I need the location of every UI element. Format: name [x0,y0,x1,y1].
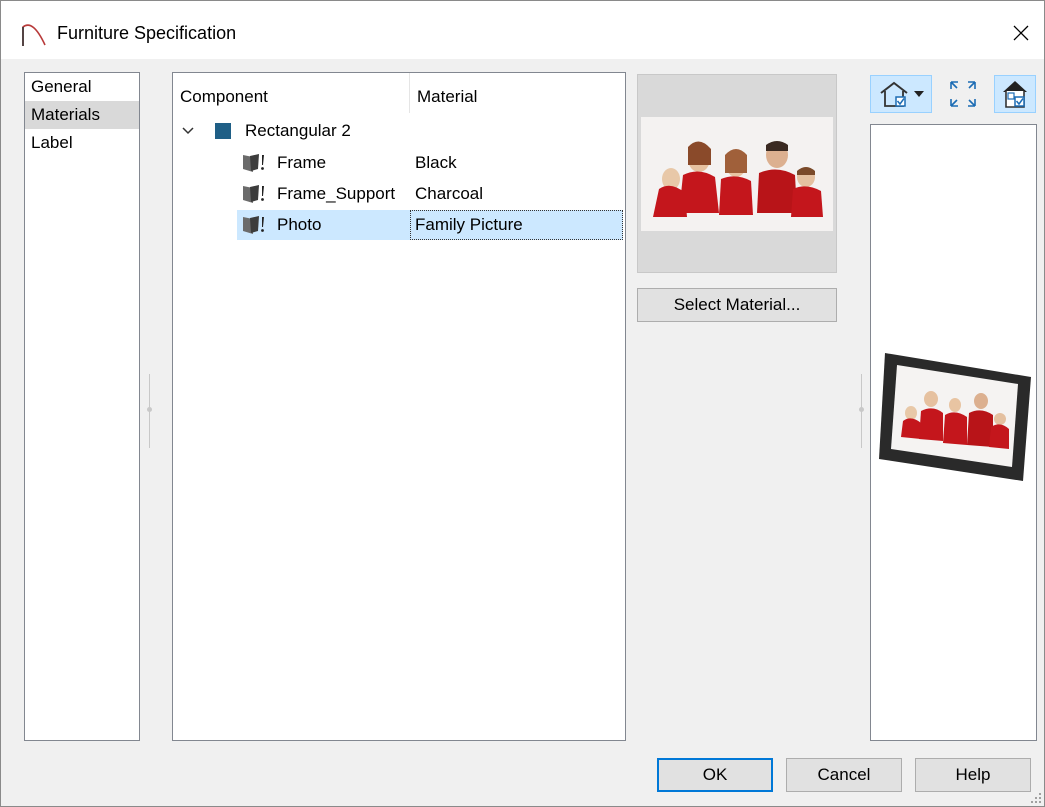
select-material-button[interactable]: Select Material... [637,288,837,322]
component-name: Frame_Support [277,184,396,203]
nav-item-materials[interactable]: Materials [25,101,139,129]
fit-view-button[interactable] [943,75,983,113]
material-overlay-icon [1003,81,1027,108]
chevron-down-icon[interactable] [182,127,194,135]
cancel-button[interactable]: Cancel [786,758,902,792]
close-button[interactable] [998,11,1044,55]
material-preview [637,74,837,273]
fit-view-icon [950,81,976,107]
column-header-material[interactable]: Material [417,87,477,107]
title-bar: Furniture Specification [1,1,1044,59]
nav-item-general[interactable]: General [25,73,139,101]
tree-row[interactable]: Frame Black [173,148,625,178]
component-name: Photo [277,215,322,234]
material-icon [243,216,264,234]
house-view-icon [880,81,908,107]
ok-button[interactable]: OK [657,758,773,792]
tree-row-root[interactable]: Rectangular 2 [173,116,625,146]
tree-root-label: Rectangular 2 [245,121,351,140]
tree-row[interactable]: Frame_Support Charcoal [173,179,625,209]
furniture-spec-dialog: Furniture Specification General Material… [0,0,1045,807]
category-list: General Materials Label [24,72,140,741]
framed-picture-render [879,353,1031,481]
column-separator[interactable] [409,73,410,113]
resize-grip-icon[interactable] [1030,792,1042,804]
column-header-component[interactable]: Component [180,87,268,107]
dropdown-arrow-icon [914,91,924,97]
help-button[interactable]: Help [915,758,1031,792]
left-splitter[interactable] [147,374,152,448]
view-type-button[interactable] [870,75,932,113]
material-name: Black [415,153,457,172]
component-name: Frame [277,153,327,172]
material-icon [243,154,264,172]
material-overlay-button[interactable] [994,75,1036,113]
tree-header: Component Material [173,73,625,117]
material-name: Charcoal [415,184,484,203]
component-color-swatch [215,123,231,139]
family-photo-thumbnail [641,117,833,231]
material-name: Family Picture [415,215,523,234]
right-splitter[interactable] [859,374,864,448]
app-arc-icon [22,24,46,46]
3d-preview-pane[interactable] [870,124,1037,741]
window-title: Furniture Specification [57,23,237,43]
close-icon [1013,25,1029,41]
material-tree: Component Material Rectangular 2 Frame B… [172,72,626,741]
material-icon [243,185,264,203]
nav-item-label[interactable]: Label [25,129,139,157]
tree-row-selected[interactable]: Photo Family Picture [173,210,625,240]
